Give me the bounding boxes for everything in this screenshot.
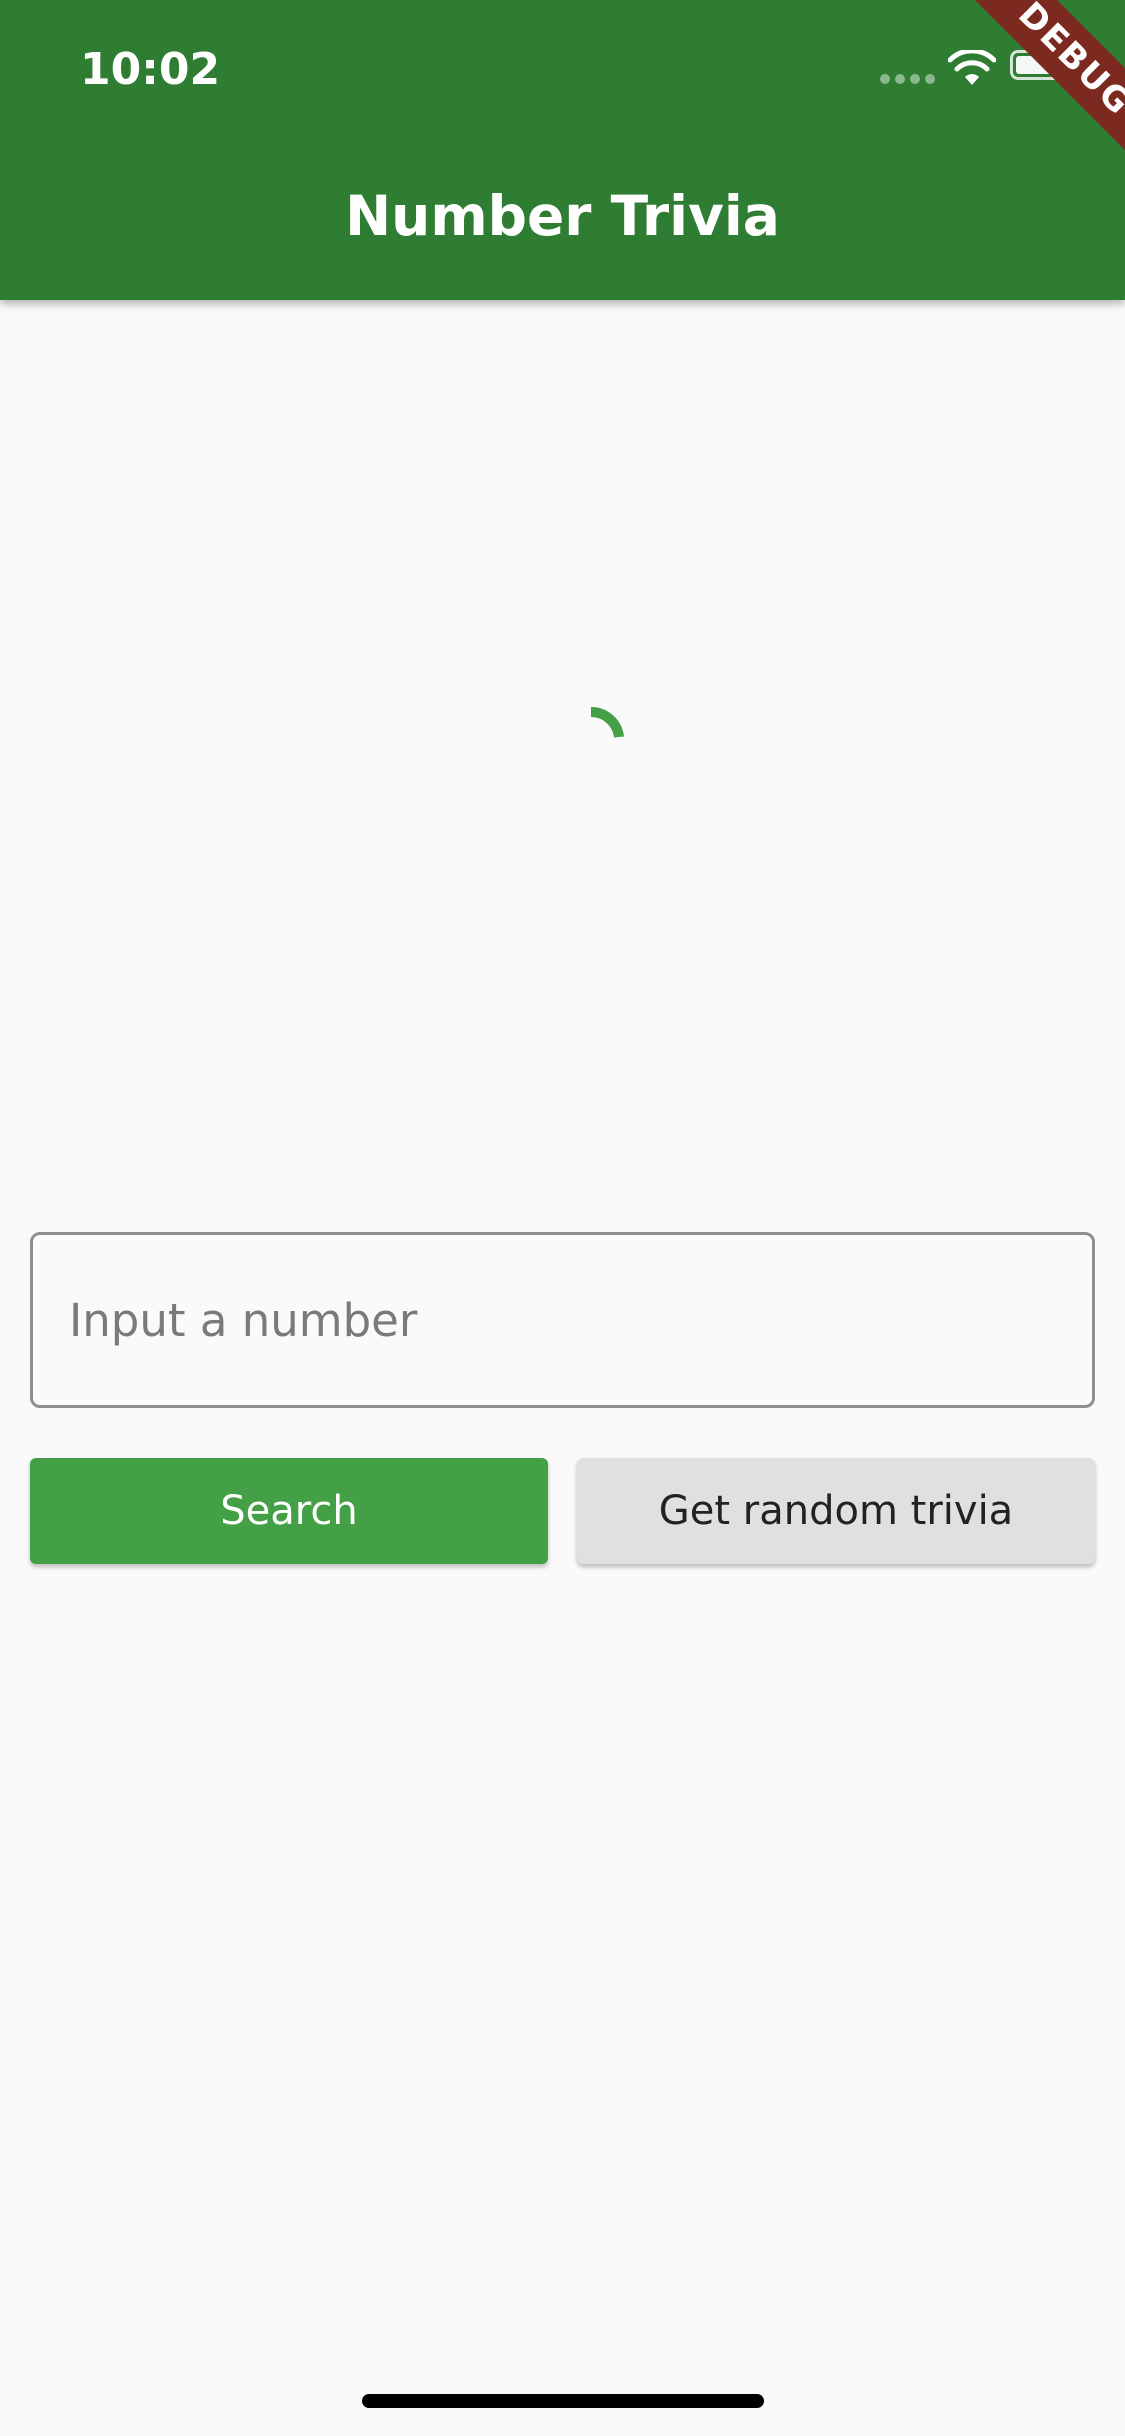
search-button[interactable]: Search xyxy=(30,1458,548,1564)
cellular-signal-icon xyxy=(880,74,936,84)
loading-spinner-icon xyxy=(590,706,624,738)
number-input[interactable] xyxy=(30,1232,1095,1408)
debug-banner: DEBUG xyxy=(941,0,1125,193)
home-indicator xyxy=(362,2394,764,2408)
get-random-trivia-button[interactable]: Get random trivia xyxy=(577,1458,1095,1564)
page-title: Number Trivia xyxy=(345,184,780,248)
app-bar: 10:02 Number Trivia DEBUG xyxy=(0,0,1125,300)
wifi-icon xyxy=(948,50,996,85)
status-time: 10:02 xyxy=(80,44,221,95)
